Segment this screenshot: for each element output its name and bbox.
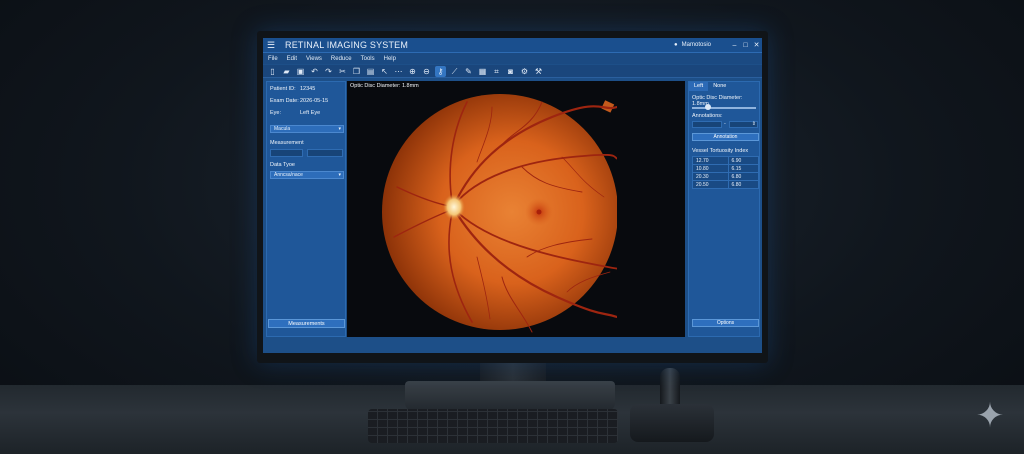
annotation-button[interactable]: Annotation — [692, 133, 759, 141]
paste-icon[interactable]: ▤ — [365, 66, 376, 77]
copy-icon[interactable]: ❐ — [351, 66, 362, 77]
redo-icon[interactable]: ↷ — [323, 66, 334, 77]
analysis-panel: Left None Optic Disc Diameter: 1.8mm Ann… — [688, 81, 760, 337]
view-select[interactable]: Macula ▾ — [270, 125, 344, 133]
annotation-input-a[interactable] — [692, 121, 722, 128]
eye-value: Left Eye — [300, 110, 321, 116]
menu-file[interactable]: File — [268, 56, 278, 62]
slider-knob[interactable] — [705, 104, 711, 110]
chevron-down-icon: ▾ — [338, 126, 341, 132]
patient-panel: Patient ID: 12345 Exam Date: 2026-05-15 … — [266, 81, 346, 337]
settings-icon[interactable]: ⚙ — [519, 66, 530, 77]
data-type-select[interactable]: Anncsa/nace ▾ — [270, 171, 344, 179]
table-row: 12.70 6.90 — [692, 156, 760, 165]
retina-disc — [382, 94, 617, 330]
crop-icon[interactable]: ⌗ — [491, 66, 502, 77]
data-type-select-value: Anncsa/nace — [274, 172, 303, 178]
app-title: RETINAL IMAGING SYSTEM — [285, 40, 409, 50]
new-icon[interactable]: ▯ — [267, 66, 278, 77]
fundus-image — [382, 94, 617, 333]
zoom-in-icon[interactable]: ⊕ — [407, 66, 418, 77]
image-viewer[interactable]: Optic Disc Diameter: 1.8mm — [347, 81, 685, 337]
keyboard — [368, 409, 618, 443]
monitor: ☰ RETINAL IMAGING SYSTEM ● Mamotosio – □… — [257, 31, 768, 363]
annotations-label: Annotations: — [692, 113, 723, 119]
table-cell: 10.80 — [692, 164, 729, 173]
eye-tabs: Left None — [689, 82, 759, 91]
undo-icon[interactable]: ↶ — [309, 66, 320, 77]
table-cell: 6.90 — [727, 156, 760, 165]
menu-tools[interactable]: Tools — [361, 56, 375, 62]
brush-icon[interactable]: ✎ — [463, 66, 474, 77]
tab-none[interactable]: None — [708, 82, 731, 91]
table-row: 20.50 6.80 — [692, 180, 760, 189]
maximize-button[interactable]: □ — [740, 42, 751, 49]
slider-track[interactable] — [692, 107, 756, 109]
table-cell: 6.80 — [727, 172, 760, 181]
exam-date-label: Exam Date: — [270, 98, 299, 104]
close-button[interactable]: ✕ — [751, 41, 762, 49]
view-select-value: Macula — [274, 126, 291, 132]
user-account[interactable]: ● Mamotosio — [674, 42, 711, 48]
user-icon: ● — [674, 42, 678, 48]
patient-id-label: Patient ID: — [270, 86, 296, 92]
patient-id-value: 12345 — [300, 86, 316, 92]
measurement-input-a[interactable] — [270, 149, 303, 157]
table-row: 10.80 6.15 — [692, 164, 760, 173]
open-folder-icon[interactable]: ▰ — [281, 66, 292, 77]
sparkle-icon: ✦ — [975, 397, 1005, 435]
exam-date-value: 2026-05-15 — [300, 98, 329, 104]
camera-icon[interactable]: ◙ — [505, 66, 516, 77]
toolbar: ▯ ▰ ▣ ↶ ↷ ✂ ❐ ▤ ↖ ⋯ ⊕ ⊖ ⚷ ⟋ ✎ ▦ ⌗ ◙ ⚙ ⚒ — [263, 65, 762, 78]
fovea — [536, 209, 542, 215]
chevron-down-icon: ▾ — [338, 172, 341, 178]
measurement-input-b[interactable] — [307, 149, 343, 157]
tortuosity-table: 12.70 6.90 10.80 6.15 20.30 6.80 20.50 6.80 — [692, 156, 760, 189]
table-cell: 20.50 — [692, 180, 729, 189]
ellipsis-icon[interactable]: ⋯ — [393, 66, 404, 77]
user-name: Mamotosio — [681, 42, 711, 48]
table-cell: 6.15 — [727, 164, 760, 173]
tortuosity-title: Vessel Tortuosity Index — [692, 148, 749, 154]
table-cell: 6.80 — [727, 180, 760, 189]
image-icon[interactable]: ▦ — [477, 66, 488, 77]
menu-bar: File Edit Views Reduce Tools Help — [263, 53, 762, 64]
dropper-icon[interactable]: ⟋ — [449, 66, 460, 77]
menu-reduce[interactable]: Reduce — [331, 56, 352, 62]
menu-edit[interactable]: Edit — [287, 56, 297, 62]
title-bar: ☰ RETINAL IMAGING SYSTEM ● Mamotosio – □… — [263, 38, 762, 53]
hamburger-icon[interactable]: ☰ — [267, 40, 281, 51]
optic-disc — [443, 194, 465, 220]
eye-label: Eye: — [270, 110, 282, 116]
data-type-label: Data Tyoe — [270, 162, 295, 168]
save-icon[interactable]: ▣ — [295, 66, 306, 77]
joystick-base — [630, 404, 714, 442]
menu-views[interactable]: Views — [306, 56, 322, 62]
options-button[interactable]: Options — [692, 319, 759, 327]
key-icon[interactable]: ⚷ — [435, 65, 446, 77]
spinner-arrows-icon[interactable]: ⇕ — [752, 121, 756, 127]
optic-disc-label: Optic Disc Diameter: 1.8mm — [692, 95, 743, 107]
table-row: 20.30 6.80 — [692, 172, 760, 181]
measurement-label: Measurement — [270, 140, 304, 146]
cut-icon[interactable]: ✂ — [337, 66, 348, 77]
monitor-stand — [405, 381, 615, 411]
tools-icon[interactable]: ⚒ — [533, 66, 544, 77]
table-cell: 20.30 — [692, 172, 729, 181]
minimize-button[interactable]: – — [729, 42, 740, 49]
annotation-input-b[interactable]: ⇕ — [729, 121, 758, 128]
app-window: ☰ RETINAL IMAGING SYSTEM ● Mamotosio – □… — [263, 38, 762, 353]
menu-help[interactable]: Help — [384, 56, 396, 62]
measurements-button[interactable]: Measurements — [268, 319, 345, 328]
zoom-out-icon[interactable]: ⊖ — [421, 66, 432, 77]
spin-separator: - — [724, 121, 726, 127]
table-cell: 12.70 — [692, 156, 729, 165]
tab-left[interactable]: Left — [689, 82, 709, 91]
pointer-icon[interactable]: ↖ — [379, 66, 390, 77]
